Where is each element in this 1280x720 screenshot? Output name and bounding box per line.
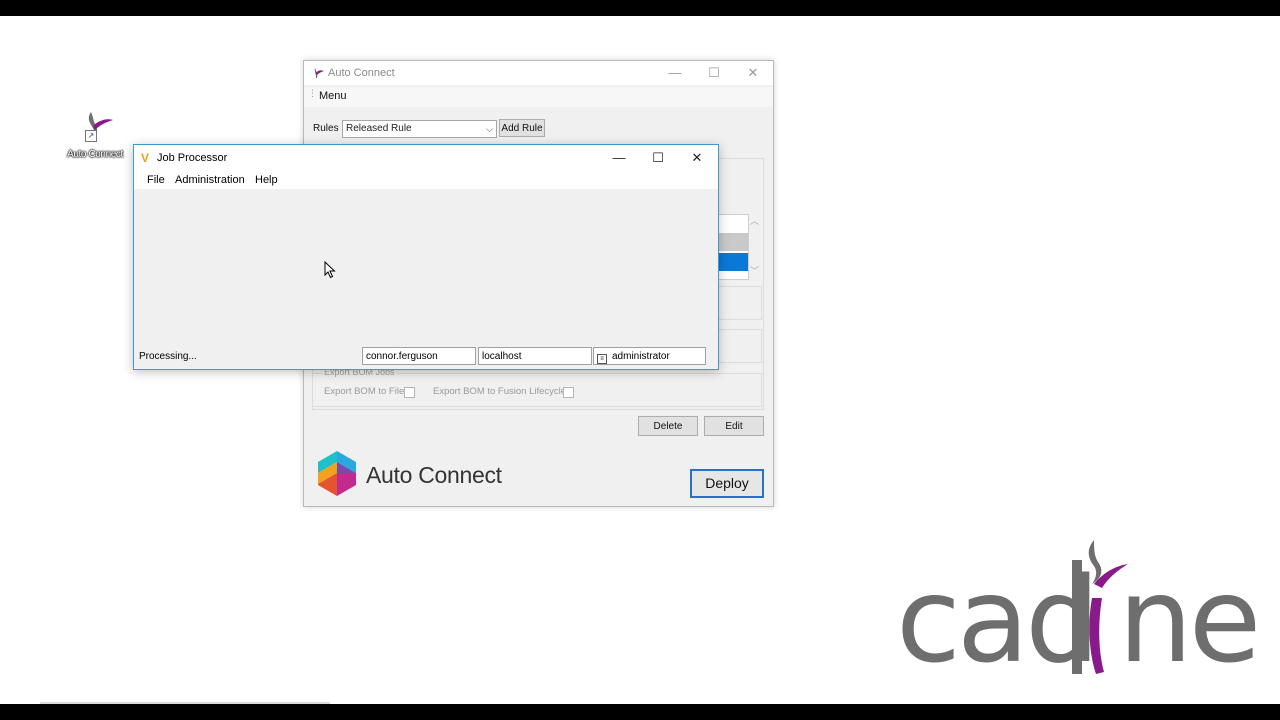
export-bom-fusion-checkbox[interactable]: [563, 387, 574, 398]
close-button[interactable]: ✕: [734, 61, 772, 85]
scroll-up-icon[interactable]: ︿: [750, 214, 759, 227]
status-account-text: administrator: [612, 351, 670, 362]
edit-button[interactable]: Edit: [704, 416, 764, 436]
export-bom-file-label: Export BOM to File: [324, 386, 405, 397]
auto-connect-brand: Auto Connect: [312, 449, 522, 501]
list-item[interactable]: [718, 233, 748, 251]
menu-item-help[interactable]: Help: [255, 174, 278, 186]
job-processor-window[interactable]: V Job Processor — ☐ ✕ File Administratio…: [133, 144, 719, 370]
job-processor-menubar: File Administration Help: [134, 171, 718, 189]
shortcut-arrow-icon: ↗: [85, 130, 97, 142]
menu-item-menu[interactable]: Menu: [319, 90, 347, 102]
auto-connect-logo-icon: [318, 451, 356, 496]
menu-item-administration[interactable]: Administration: [175, 174, 245, 186]
deploy-button[interactable]: Deploy: [690, 469, 764, 498]
export-bom-fusion-label: Export BOM to Fusion Lifecycle: [433, 386, 567, 397]
auto-connect-menubar: ⋮ Menu: [304, 87, 773, 107]
rules-label: Rules: [313, 123, 339, 134]
rules-dropdown-value: Released Rule: [346, 123, 412, 134]
export-bom-file-checkbox[interactable]: [404, 387, 415, 398]
chevron-down-icon: ⌵: [486, 124, 493, 134]
auto-connect-app-icon: [314, 68, 324, 78]
menu-item-file[interactable]: File: [147, 174, 165, 186]
add-rule-button[interactable]: Add Rule: [499, 119, 545, 137]
minimize-button[interactable]: —: [656, 61, 694, 85]
close-button[interactable]: ✕: [678, 145, 716, 171]
cadline-text-right: ne: [1118, 551, 1261, 689]
maximize-button[interactable]: ☐: [639, 145, 677, 171]
desktop-shortcut-auto-connect[interactable]: ↗ Auto Connect: [62, 108, 128, 160]
shortcut-label: Auto Connect: [67, 149, 123, 160]
taskbar-edge: [40, 702, 330, 704]
job-processor-titlebar[interactable]: V Job Processor — ☐ ✕: [134, 145, 718, 171]
maximize-button[interactable]: ☐: [695, 61, 733, 85]
auto-connect-brand-name: Auto Connect: [366, 462, 502, 488]
rules-dropdown[interactable]: Released Rule ⌵: [342, 120, 497, 138]
rule-list[interactable]: [717, 214, 749, 280]
bottom-letterbox-bar: [0, 704, 1280, 720]
job-processor-title: Job Processor: [157, 152, 228, 164]
scroll-down-icon[interactable]: ﹀: [750, 264, 759, 277]
auto-connect-shortcut-icon: ↗: [75, 108, 115, 146]
minimize-button[interactable]: —: [600, 145, 638, 171]
database-icon: ≡: [597, 354, 607, 364]
cadline-logo: cad ne: [896, 540, 1261, 685]
auto-connect-title: Auto Connect: [328, 67, 395, 79]
status-server: localhost: [478, 347, 592, 365]
status-account: ≡ administrator: [593, 347, 706, 365]
mouse-cursor-icon: [324, 261, 336, 279]
delete-button[interactable]: Delete: [638, 416, 698, 436]
top-letterbox-bar: [0, 0, 1280, 16]
status-user: connor.ferguson: [362, 347, 476, 365]
status-text: Processing...: [139, 351, 197, 362]
vault-v-icon: V: [141, 151, 150, 165]
auto-connect-titlebar[interactable]: Auto Connect — ☐ ✕: [304, 61, 773, 85]
list-item-selected[interactable]: [718, 253, 748, 271]
toolbar-grip-icon: ⋮: [308, 88, 317, 98]
